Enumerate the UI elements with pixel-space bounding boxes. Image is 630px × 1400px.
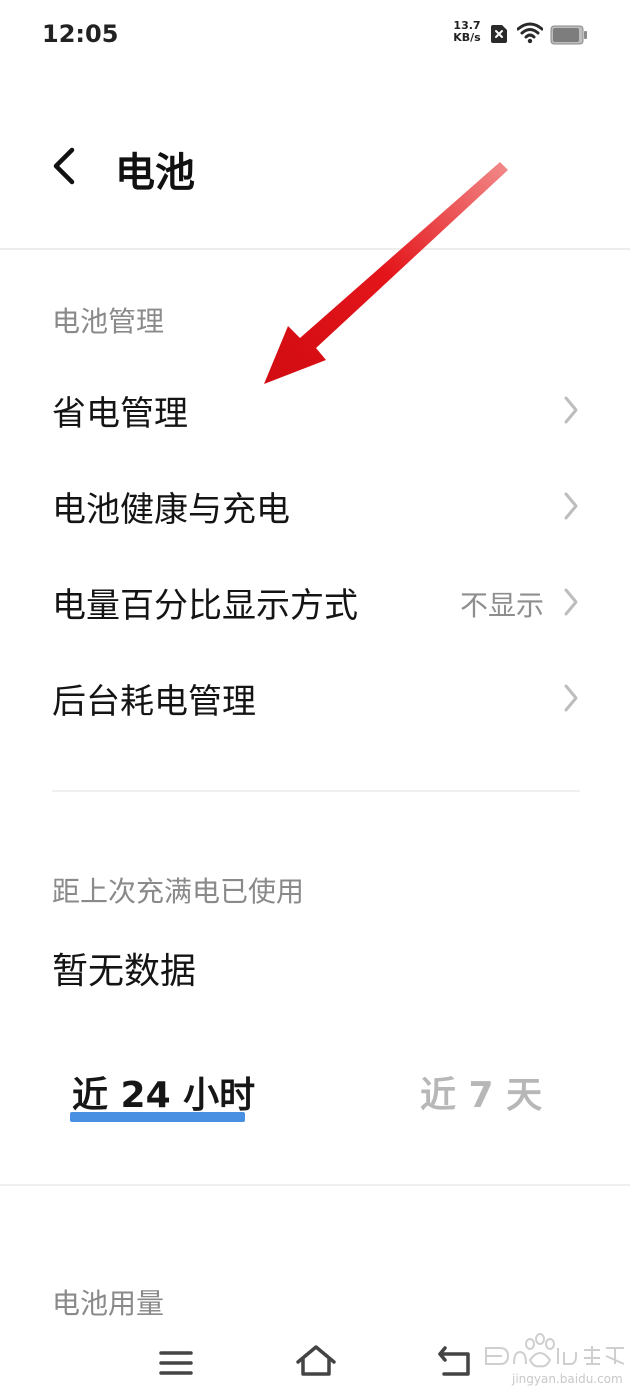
chevron-right-icon	[564, 684, 578, 712]
row-label: 电池健康与充电	[52, 490, 290, 530]
row-value: 不显示	[459, 589, 544, 622]
section-label-battery-management: 电池管理	[52, 305, 165, 338]
menu-icon[interactable]	[158, 1348, 194, 1378]
network-speed: 13.7 KB/s	[450, 20, 484, 44]
usage-value: 暂无数据	[52, 951, 197, 992]
chevron-right-icon	[564, 588, 578, 616]
watermark-url: jingyan.baidu.com	[512, 1372, 623, 1386]
tab-7-days[interactable]: 近 7 天	[420, 1066, 542, 1118]
settings-row-battery-health[interactable]: 电池健康与充电	[0, 458, 630, 554]
settings-row-power-saving[interactable]: 省电管理	[0, 362, 630, 458]
wifi-icon	[517, 22, 543, 44]
back-arrow-icon[interactable]	[50, 146, 78, 186]
network-speed-unit: KB/s	[453, 31, 481, 44]
settings-row-percentage-display[interactable]: 电量百分比显示方式 不显示	[0, 554, 630, 650]
back-icon[interactable]	[436, 1344, 476, 1378]
header-divider	[0, 248, 630, 250]
section-divider	[0, 1184, 630, 1186]
section-label-usage-since-charge: 距上次充满电已使用	[52, 875, 305, 908]
section-label-battery-usage: 电池用量	[52, 1287, 165, 1320]
row-label: 省电管理	[52, 394, 188, 434]
chevron-right-icon	[564, 492, 578, 520]
page-title: 电池	[115, 150, 195, 196]
sim-error-icon	[491, 25, 507, 43]
row-label: 后台耗电管理	[52, 682, 256, 722]
tab-24-hours[interactable]: 近 24 小时	[72, 1066, 255, 1118]
baidu-watermark-logo	[485, 1333, 625, 1368]
home-icon[interactable]	[294, 1342, 338, 1378]
section-divider	[52, 790, 580, 792]
settings-row-background-power[interactable]: 后台耗电管理	[0, 650, 630, 746]
header: 电池	[0, 120, 630, 210]
battery-icon	[550, 25, 587, 45]
status-bar: 12:05 13.7 KB/s	[0, 0, 630, 70]
tab-selected-indicator	[70, 1112, 245, 1122]
chevron-right-icon	[564, 396, 578, 424]
status-time: 12:05	[42, 20, 119, 48]
row-label: 电量百分比显示方式	[52, 586, 358, 626]
